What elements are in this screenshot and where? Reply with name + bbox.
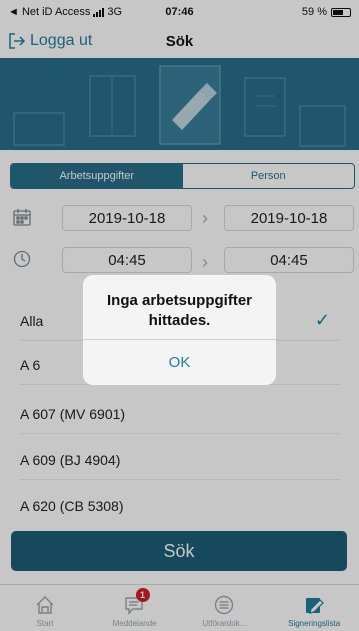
alert-dialog: Inga arbetsuppgifter hittades. OK bbox=[83, 275, 276, 385]
ok-button[interactable]: OK bbox=[83, 340, 276, 385]
alert-message: Inga arbetsuppgifter hittades. bbox=[106, 292, 252, 329]
